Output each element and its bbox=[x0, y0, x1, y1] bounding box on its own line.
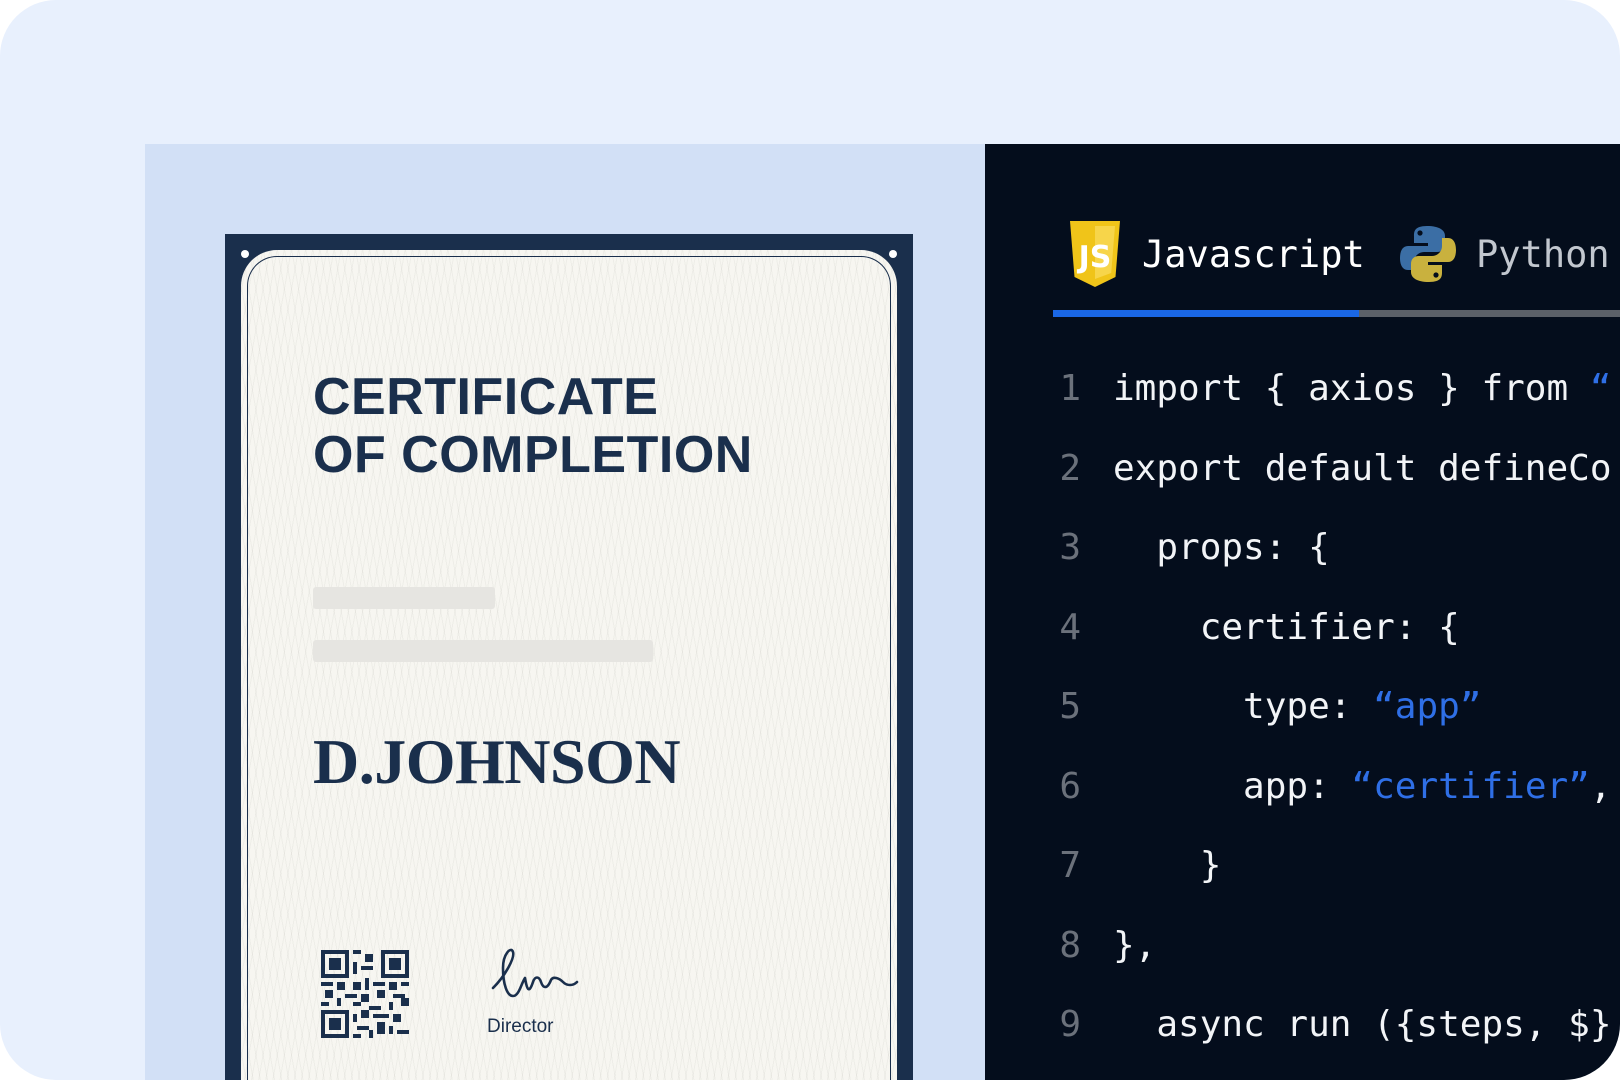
code-line: 7 } bbox=[985, 826, 1612, 906]
corner-ornament bbox=[889, 250, 897, 258]
line-number: 6 bbox=[1059, 765, 1081, 807]
code-line: 1 import { axios } from “ bbox=[985, 349, 1612, 429]
code-line: 9 async run ({steps, $} bbox=[985, 985, 1612, 1065]
corner-ornament bbox=[241, 250, 249, 258]
line-number: 9 bbox=[1059, 1004, 1081, 1046]
line-code: app: “certifier”, bbox=[1113, 766, 1612, 807]
line-number: 4 bbox=[1059, 606, 1081, 648]
certificate-preview-panel: CERTIFICATE OF COMPLETION D.JOHNSON Dire… bbox=[145, 144, 985, 1080]
string-token: “ bbox=[1589, 368, 1612, 410]
tab-label: Javascript bbox=[1142, 232, 1365, 276]
text-placeholder-bar bbox=[313, 587, 495, 609]
code-line: 6 app: “certifier”, bbox=[985, 747, 1612, 827]
svg-text:JS: JS bbox=[1077, 240, 1112, 275]
signer-title: Director bbox=[487, 1016, 554, 1037]
string-token: “certifier” bbox=[1351, 765, 1590, 807]
code-line: 3 props: { bbox=[985, 508, 1612, 588]
certificate: CERTIFICATE OF COMPLETION D.JOHNSON Dire… bbox=[225, 234, 913, 1080]
tab-javascript[interactable]: JS Javascript bbox=[1066, 219, 1365, 289]
code-token: }, bbox=[1113, 924, 1157, 966]
line-code: async run ({steps, $} bbox=[1113, 1004, 1612, 1046]
signature-icon bbox=[491, 948, 579, 998]
code-token: import { axios } from bbox=[1113, 368, 1590, 410]
line-code: import { axios } from “ bbox=[1113, 368, 1612, 409]
code-line: 8}, bbox=[985, 906, 1612, 986]
code-token: } bbox=[1113, 845, 1222, 887]
code-token: , bbox=[1589, 765, 1612, 807]
code-line: 4 certifier: { bbox=[985, 588, 1612, 668]
code-line: 5 type: “app” bbox=[985, 667, 1612, 747]
tab-python[interactable]: Python bbox=[1398, 219, 1610, 289]
line-code: } bbox=[1113, 845, 1222, 887]
code-token: export default defineCo bbox=[1113, 447, 1612, 489]
page-frame: CERTIFICATE OF COMPLETION D.JOHNSON Dire… bbox=[0, 0, 1620, 1080]
text-placeholder-bar bbox=[313, 640, 653, 662]
active-tab-indicator bbox=[1053, 310, 1359, 317]
code-token: props: { bbox=[1113, 527, 1330, 569]
line-number: 2 bbox=[1059, 447, 1081, 489]
line-code: export default defineCo bbox=[1113, 448, 1612, 489]
code-token: type: bbox=[1113, 686, 1374, 728]
line-code: certifier: { bbox=[1113, 607, 1460, 648]
certificate-title: CERTIFICATE OF COMPLETION bbox=[313, 368, 753, 484]
line-number: 1 bbox=[1059, 368, 1081, 410]
line-number: 7 bbox=[1059, 845, 1081, 887]
certificate-title-line: CERTIFICATE bbox=[313, 368, 659, 426]
javascript-logo-icon: JS bbox=[1070, 221, 1120, 287]
line-number: 8 bbox=[1059, 924, 1081, 966]
recipient-name: D.JOHNSON bbox=[313, 726, 681, 797]
qr-code-icon bbox=[321, 950, 409, 1038]
line-number: 5 bbox=[1059, 686, 1081, 728]
code-block: 1 import { axios } from “ 2 export default … bbox=[985, 349, 1612, 1065]
line-code: }, bbox=[1113, 925, 1156, 966]
line-code: type: “app” bbox=[1113, 686, 1481, 727]
certificate-paper: CERTIFICATE OF COMPLETION D.JOHNSON Dire… bbox=[241, 250, 897, 1080]
line-code: props: { bbox=[1113, 527, 1330, 569]
line-number: 3 bbox=[1059, 527, 1081, 569]
code-token: certifier: { bbox=[1113, 606, 1460, 648]
tab-label: Python bbox=[1476, 232, 1610, 276]
python-logo-icon bbox=[1400, 226, 1456, 282]
code-line: 2 export default defineCo bbox=[985, 429, 1612, 509]
string-token: “app” bbox=[1373, 686, 1482, 728]
code-editor-panel: JS Javascript Python 1 import { axios } f… bbox=[985, 144, 1620, 1080]
code-token: async run ({steps, $} bbox=[1113, 1004, 1612, 1046]
certificate-title-line: OF COMPLETION bbox=[313, 426, 753, 484]
code-token: app: bbox=[1113, 765, 1352, 807]
